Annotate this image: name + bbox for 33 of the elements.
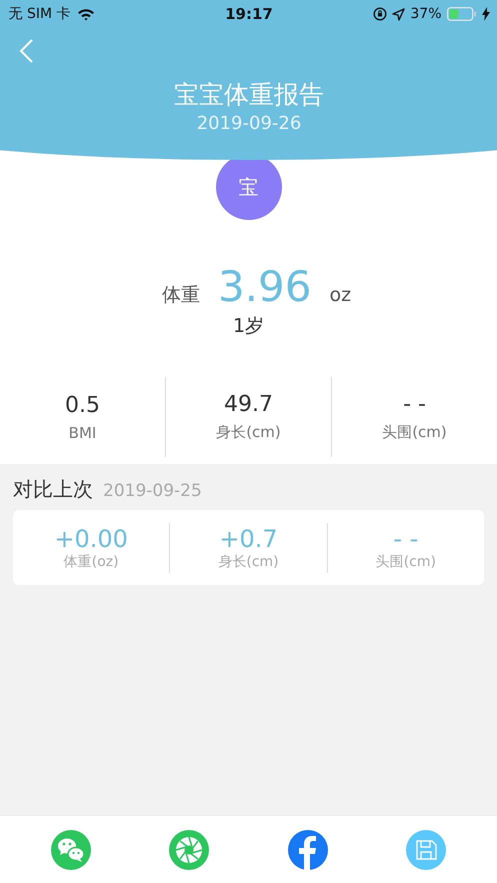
carrier-text: 无 SIM 卡: [8, 5, 70, 23]
compare-date: 2019-09-25: [103, 481, 202, 501]
change-label: 头围(cm): [376, 552, 436, 570]
shutter-icon[interactable]: [169, 830, 210, 870]
chat-bubbles-icon[interactable]: [51, 830, 92, 870]
change-label: 身长(cm): [218, 552, 279, 570]
stat-label: 头围(cm): [382, 423, 447, 442]
wifi-icon: [76, 8, 94, 20]
battery-percent: 37%: [410, 6, 442, 22]
charging-bolt-icon: [482, 7, 490, 21]
stat-value: 0.5: [65, 392, 100, 418]
stat-label: 身长(cm): [216, 423, 281, 442]
weight-value: 3.96: [218, 262, 312, 311]
change-value: +0.7: [219, 524, 278, 552]
back-icon[interactable]: [18, 38, 34, 64]
weight-unit: oz: [329, 284, 352, 306]
age-text: 1岁: [232, 314, 264, 339]
compare-title: 对比上次: [13, 476, 93, 503]
status-time: 19:17: [225, 5, 273, 23]
change-value: +0.00: [54, 524, 128, 552]
change-label: 体重(oz): [64, 552, 119, 570]
report-date: 2019-09-26: [196, 113, 302, 134]
rotation-lock-icon: [373, 7, 388, 21]
weight-label: 体重: [162, 283, 200, 308]
location-arrow-icon: [392, 8, 406, 20]
report-title: 宝宝体重报告: [174, 79, 324, 111]
battery-icon: [446, 7, 476, 21]
stat-value: 49.7: [224, 392, 273, 417]
stat-value: - -: [403, 392, 426, 417]
stat-label: BMI: [68, 424, 96, 442]
save-icon[interactable]: [406, 830, 446, 870]
facebook-f-icon[interactable]: [288, 830, 328, 870]
change-value: - -: [393, 524, 418, 552]
